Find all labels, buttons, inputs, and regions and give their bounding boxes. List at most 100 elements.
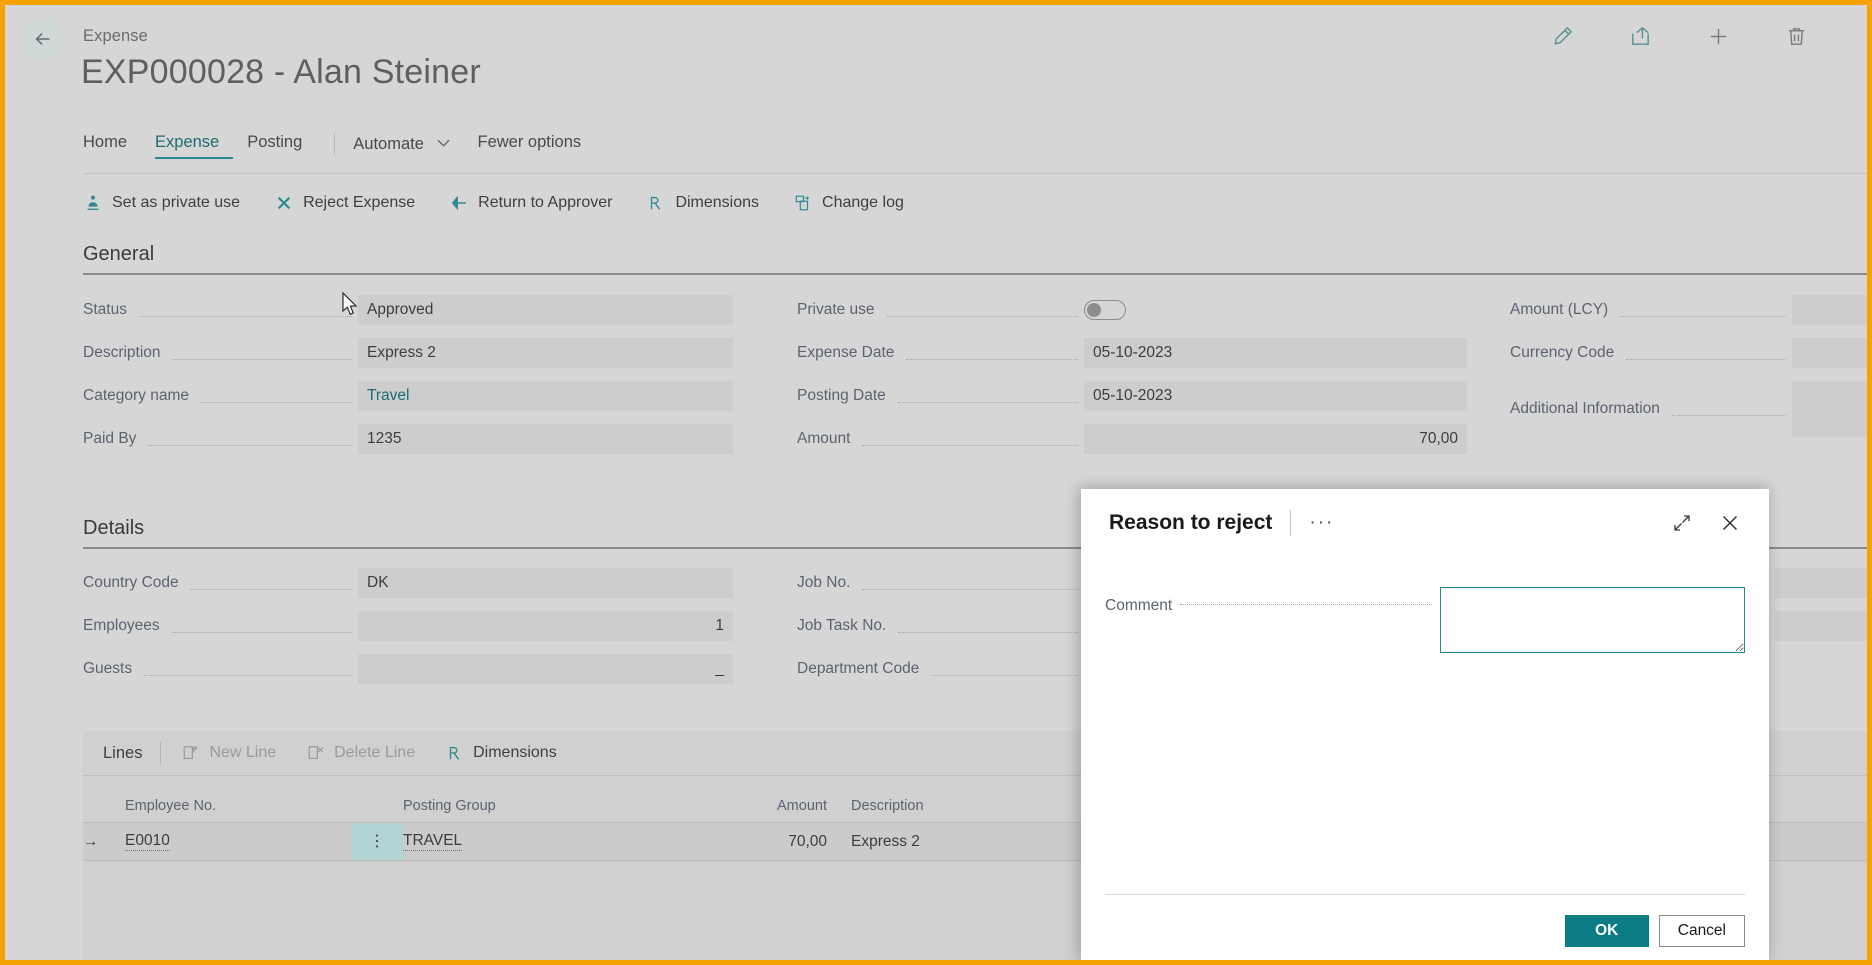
tab-home[interactable]: Home — [83, 133, 141, 159]
field-label: Amount — [797, 430, 851, 447]
tab-bar-divider — [83, 173, 1867, 174]
field-value[interactable]: 70,00 — [1084, 424, 1467, 454]
tab-posting[interactable]: Posting — [247, 133, 316, 159]
reason-to-reject-dialog: Reason to reject ··· Comment OK Cancel — [1081, 489, 1769, 960]
field-paid-by[interactable]: Paid By 1235 — [83, 424, 733, 454]
field-posting-date[interactable]: Posting Date 05-10-2023 — [797, 381, 1467, 411]
field-amount[interactable]: Amount 70,00 — [797, 424, 1467, 454]
field-description[interactable]: Description Express 2 — [83, 338, 733, 368]
expand-icon[interactable] — [1669, 510, 1695, 536]
leader-dots — [1180, 604, 1432, 605]
tab-fewer-options[interactable]: Fewer options — [478, 133, 596, 159]
lines-toolbar-label: Dimensions — [473, 744, 557, 761]
details-right-box-2[interactable] — [1775, 611, 1867, 641]
field-label: Guests — [83, 660, 133, 677]
row-menu-header — [351, 776, 403, 823]
action-reject-expense[interactable]: Reject Expense — [274, 193, 415, 213]
field-value[interactable]: 05-10-2023 — [1084, 338, 1467, 368]
comment-input[interactable] — [1440, 587, 1745, 653]
new-line-icon — [181, 743, 201, 763]
column-header-posting-group[interactable]: Posting Group — [403, 776, 729, 823]
field-employees[interactable]: Employees 1 — [83, 611, 733, 641]
field-label: Status — [83, 301, 127, 318]
details-right-box-1[interactable] — [1775, 568, 1867, 598]
delete-line-icon — [306, 743, 326, 763]
private-use-toggle-wrap — [1084, 300, 1467, 320]
leader-dots — [862, 588, 1078, 590]
field-currency-code[interactable]: Currency Code — [1510, 338, 1867, 368]
private-use-toggle[interactable] — [1084, 300, 1126, 320]
cell-employee-no[interactable]: E0010 — [125, 823, 351, 861]
action-set-as-private-use[interactable]: Set as private use — [83, 193, 240, 213]
field-status[interactable]: Status Approved — [83, 295, 733, 325]
field-value[interactable]: Approved — [358, 295, 733, 325]
cell-posting-group[interactable]: TRAVEL — [403, 823, 729, 861]
row-menu-button[interactable]: ⋮ — [351, 822, 403, 861]
field-label: Description — [83, 344, 161, 361]
field-label: Posting Date — [797, 387, 886, 404]
lines-dimensions-button[interactable]: Dimensions — [445, 743, 557, 763]
page-title: EXP000028 - Alan Steiner — [81, 53, 481, 91]
cancel-button[interactable]: Cancel — [1658, 915, 1745, 947]
share-icon[interactable] — [1621, 17, 1659, 55]
field-value[interactable]: 1 — [358, 611, 733, 641]
close-icon[interactable] — [1717, 510, 1743, 536]
action-bar: Set as private use Reject Expense Return… — [83, 183, 938, 223]
action-label: Change log — [822, 194, 904, 211]
toggle-knob — [1087, 303, 1101, 317]
field-value[interactable] — [1792, 338, 1867, 368]
cell-employee-no-value[interactable]: E0010 — [125, 832, 170, 851]
action-return-to-approver[interactable]: Return to Approver — [449, 193, 612, 213]
leader-dots — [148, 444, 352, 446]
leader-dots — [886, 315, 1078, 317]
field-amount-lcy[interactable]: Amount (LCY) — [1510, 295, 1867, 325]
dialog-title: Reason to reject — [1109, 511, 1273, 534]
back-button[interactable] — [22, 18, 64, 60]
dialog-footer-divider — [1105, 894, 1745, 895]
column-header-employee-no[interactable]: Employee No. — [125, 776, 351, 823]
action-dimensions[interactable]: Dimensions — [646, 193, 759, 213]
field-expense-date[interactable]: Expense Date 05-10-2023 — [797, 338, 1467, 368]
field-country-code[interactable]: Country Code DK — [83, 568, 733, 598]
dialog-header-buttons — [1669, 510, 1743, 536]
field-private-use[interactable]: Private use — [797, 295, 1467, 325]
trash-icon[interactable] — [1777, 17, 1815, 55]
field-value[interactable]: 05-10-2023 — [1084, 381, 1467, 411]
tab-automate[interactable]: Automate — [353, 133, 463, 161]
arrow-left-icon — [449, 193, 469, 213]
cell-amount[interactable]: 70,00 — [729, 823, 839, 861]
leader-dots — [171, 631, 352, 633]
field-category-name[interactable]: Category name Travel — [83, 381, 733, 411]
leader-dots — [172, 358, 352, 360]
tab-expense[interactable]: Expense — [155, 133, 234, 159]
lines-new-line-button[interactable]: New Line — [181, 743, 276, 763]
general-section-divider — [83, 273, 1867, 275]
field-label: Currency Code — [1510, 344, 1615, 361]
lines-toolbar-separator — [160, 742, 162, 764]
action-change-log[interactable]: Change log — [793, 193, 904, 213]
field-guests[interactable]: Guests _ — [83, 654, 733, 684]
action-label: Set as private use — [112, 194, 241, 211]
field-label: Amount (LCY) — [1510, 301, 1609, 318]
field-value[interactable] — [1792, 381, 1867, 437]
lines-delete-line-button[interactable]: Delete Line — [306, 743, 415, 763]
chevron-down-icon — [437, 133, 450, 152]
field-value[interactable] — [1792, 295, 1867, 325]
dialog-more-options-button[interactable]: ··· — [1309, 512, 1334, 534]
field-value[interactable]: Express 2 — [358, 338, 733, 368]
breadcrumb[interactable]: Expense — [83, 27, 148, 46]
field-value[interactable]: _ — [358, 654, 733, 684]
plus-icon[interactable] — [1699, 17, 1737, 55]
ok-button[interactable]: OK — [1564, 915, 1649, 947]
field-label: Category name — [83, 387, 189, 404]
field-value[interactable]: Travel — [358, 381, 733, 411]
field-additional-information[interactable]: Additional Information — [1510, 381, 1867, 437]
field-value[interactable]: DK — [358, 568, 733, 598]
cell-posting-group-value[interactable]: TRAVEL — [403, 832, 463, 851]
field-value[interactable]: 1235 — [358, 424, 733, 454]
column-header-amount[interactable]: Amount — [729, 776, 839, 823]
private-use-icon — [83, 193, 103, 213]
dimensions-icon — [646, 193, 666, 213]
expense-page: Expense EXP000028 - Alan Steiner Home Ex… — [0, 0, 1872, 965]
edit-icon[interactable] — [1543, 17, 1581, 55]
